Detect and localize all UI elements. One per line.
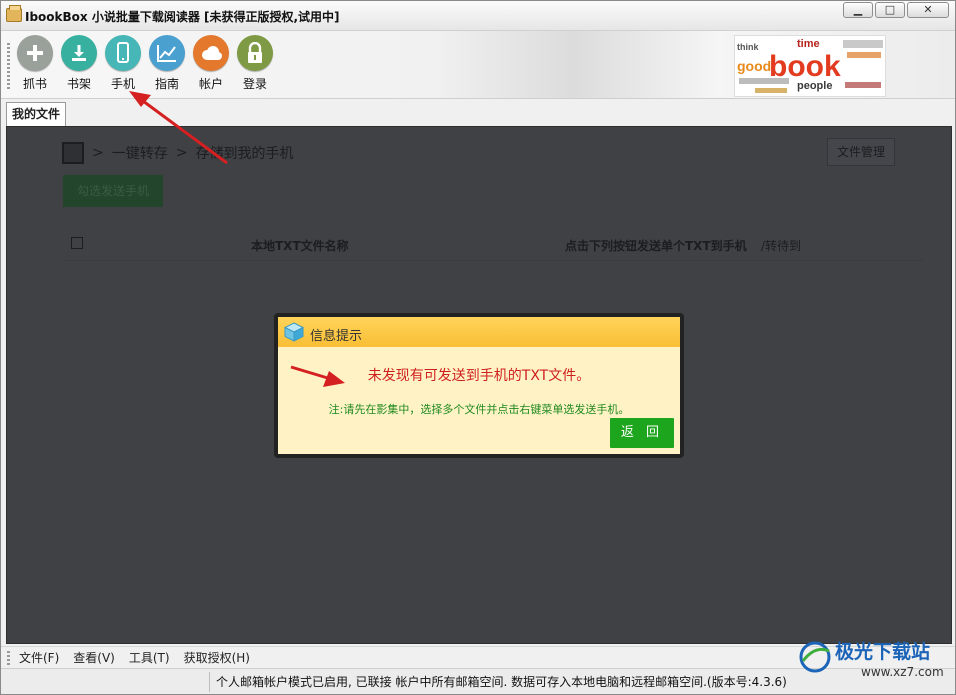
menu-item-view[interactable]: 查看(V)	[73, 649, 115, 666]
window-title: IbookBox 小说批量下载阅读器 [未获得正版授权,试用中]	[25, 10, 340, 24]
watermark: 极光下载站 www.xz7.com	[797, 633, 947, 691]
toolbar-guide-button[interactable]: 指南	[145, 35, 189, 95]
breadcrumb-item-one-click[interactable]: 一键转存	[112, 143, 168, 163]
app-window: IbookBox 小说批量下载阅读器 [未获得正版授权,试用中] ▁ □ ✕ 抓…	[0, 0, 956, 695]
info-dialog-header: 信息提示	[278, 317, 680, 347]
breadcrumb: > 一键转存 > 存储到我的手机	[62, 142, 293, 164]
toolbar-bookshelf-button[interactable]: 书架	[57, 35, 101, 95]
toolbar-label: 手机	[110, 77, 135, 91]
send-selected-button[interactable]: 勾选发送手机	[63, 175, 163, 207]
cube-icon	[284, 322, 304, 342]
breadcrumb-separator: >	[175, 145, 188, 161]
info-dialog-body: 信息提示 未发现有可发送到手机的TXT文件。 注:请先在影集中，选择多个文件并点…	[278, 317, 680, 454]
save-icon	[62, 142, 84, 164]
plus-icon	[17, 35, 53, 71]
column-extra: /转待到	[761, 239, 802, 253]
chart-icon	[149, 35, 185, 71]
book-wordcloud-logo: book good people time think	[734, 35, 886, 97]
close-button[interactable]: ✕	[907, 2, 949, 18]
watermark-url: www.xz7.com	[861, 665, 944, 679]
toolbar-phone-button[interactable]: 手机	[101, 35, 145, 95]
toolbar-label: 帐户	[198, 77, 223, 91]
toolbar-label: 抓书	[22, 77, 47, 91]
minimize-button[interactable]: ▁	[843, 2, 873, 18]
file-table-header: 本地TXT文件名称 点击下列按钮发送单个TXT到手机 /转待到	[63, 227, 923, 261]
toolbar-label: 指南	[154, 77, 179, 91]
dialog-message: 未发现有可发送到手机的TXT文件。	[367, 368, 591, 384]
phone-icon	[105, 35, 141, 71]
return-button[interactable]: 返 回	[610, 418, 674, 448]
menubar-grip[interactable]	[7, 651, 10, 665]
toolbar-grip[interactable]	[7, 43, 10, 91]
status-bar: 个人邮箱帐户模式已启用, 已联接 帐户中所有邮箱空间. 数据可存入本地电脑和远程…	[1, 641, 955, 694]
breadcrumb-item-phone[interactable]: 存储到我的手机	[195, 143, 293, 163]
toolbar-account-button[interactable]: 帐户	[189, 35, 233, 95]
menu-item-license[interactable]: 获取授权(H)	[184, 649, 250, 666]
cloud-icon	[193, 35, 229, 71]
dialog-title: 信息提示	[310, 329, 363, 344]
toolbar-label: 书架	[66, 77, 91, 91]
watermark-logo-icon	[799, 641, 831, 673]
dialog-note: 注:请先在影集中，选择多个文件并点击右键菜单选发送手机。	[328, 403, 630, 416]
lock-icon	[237, 35, 273, 71]
title-bar: IbookBox 小说批量下载阅读器 [未获得正版授权,试用中] ▁ □ ✕	[1, 1, 955, 31]
column-file-name: 本地TXT文件名称	[251, 239, 349, 253]
window-controls: ▁ □ ✕	[843, 2, 949, 18]
menu-item-file[interactable]: 文件(F)	[19, 649, 59, 666]
menu-item-tools[interactable]: 工具(T)	[129, 649, 170, 666]
breadcrumb-separator: >	[92, 145, 104, 161]
toolbar-grab-books-button[interactable]: 抓书	[13, 35, 57, 95]
info-dialog: 信息提示 未发现有可发送到手机的TXT文件。 注:请先在影集中，选择多个文件并点…	[274, 313, 684, 458]
toolbar: 抓书 书架 手机 指南 帐户 登录 book good people time …	[1, 31, 955, 99]
toolbar-login-button[interactable]: 登录	[233, 35, 277, 95]
column-send-action: 点击下列按钮发送单个TXT到手机	[565, 239, 747, 253]
toolbar-label: 登录	[242, 77, 267, 91]
select-all-checkbox[interactable]	[71, 237, 83, 249]
box-icon	[6, 5, 22, 22]
tab-my-files[interactable]: 我的文件	[6, 102, 66, 126]
watermark-name: 极光下载站	[835, 642, 931, 663]
status-text: 个人邮箱帐户模式已启用, 已联接 帐户中所有邮箱空间. 数据可存入本地电脑和远程…	[209, 672, 787, 692]
maximize-button[interactable]: □	[875, 2, 905, 18]
file-manage-button[interactable]: 文件管理	[827, 138, 895, 166]
download-icon	[61, 35, 97, 71]
